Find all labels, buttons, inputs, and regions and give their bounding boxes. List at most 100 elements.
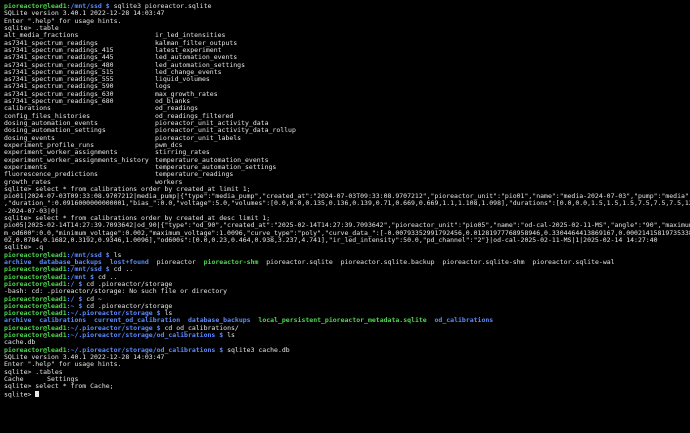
directory-entry: archive bbox=[4, 258, 32, 266]
output-text: sqlite> select * from calibrations order… bbox=[4, 215, 271, 223]
table-name: as7341_spectrum_readings_555 bbox=[4, 76, 114, 84]
file-entry bbox=[427, 317, 435, 324]
directory-entry: calibrations bbox=[39, 317, 87, 325]
prompt-path: :/mnt/ssd $ bbox=[66, 3, 110, 10]
output-text: sqlite> select * from calibrations order… bbox=[4, 185, 251, 193]
prompt-path: :~/.pioreactor/storage/od_calibrations $ bbox=[66, 346, 224, 354]
output-text: -bash: cd: .pioreactor/storage: No such … bbox=[4, 288, 228, 296]
output-line: sqlite> .q bbox=[4, 244, 690, 251]
table-name: od_readings_filtered bbox=[155, 112, 234, 120]
table-name: fluorescence_predictions bbox=[4, 171, 98, 179]
output-text: 02,0.0784,0.1682,0.3192,0.9346,1.0096],"… bbox=[4, 237, 658, 244]
table-list-row: as7341_spectrum_readings_515 led_change_e… bbox=[4, 69, 690, 76]
output-line: Enter ".help" for usage hints. bbox=[4, 361, 690, 368]
table-list-row: alt_media_fractions ir_led_intensities bbox=[4, 32, 690, 39]
table-name: growth_rates bbox=[4, 178, 51, 186]
prompt-line: pioreactor@lead1:~/.pioreactor/storage/o… bbox=[4, 347, 690, 354]
prompt-line: pioreactor@lead1:/mnt/ssd $ sqlite3 pior… bbox=[4, 3, 690, 10]
table-name: dosing_automation_events bbox=[4, 120, 98, 127]
table-name: led_automation_settings bbox=[155, 61, 246, 69]
output-text: SQLite version 3.40.1 2022-12-28 14:03:4… bbox=[4, 10, 165, 18]
directory-entry: current_od_calibration bbox=[94, 317, 181, 325]
output-line: m_od600":0.0,"minimum_voltage":0.002,"ma… bbox=[4, 230, 690, 237]
table-name: pwm_dcs bbox=[155, 141, 183, 149]
table-name: kalman_filter_outputs bbox=[155, 39, 238, 47]
ls-output-line: archive database_backups lost+found pior… bbox=[4, 259, 690, 266]
output-line: SQLite version 3.40.1 2022-12-28 14:03:4… bbox=[4, 354, 690, 361]
prompt-line: pioreactor@lead1:/mnt/ssd $ cd .. bbox=[4, 266, 690, 273]
table-list-row: dosing_events pioreactor_unit_labels bbox=[4, 135, 690, 142]
output-line: pio01|2024-07-03T09:33:08.9707212|media_… bbox=[4, 193, 690, 200]
table-name: temperature_readings bbox=[155, 171, 234, 179]
table-name: as7341_spectrum_readings_630 bbox=[4, 90, 114, 98]
table-name: od_blanks bbox=[155, 98, 191, 106]
output-line: ,"duration_":0.0916000000000001,"bias_":… bbox=[4, 200, 690, 207]
table-name: led_change_events bbox=[155, 68, 222, 76]
file-entry: pioreactor bbox=[156, 258, 196, 266]
table-list-row: growth_rates workers bbox=[4, 179, 690, 186]
output-text: sqlite> .q bbox=[4, 244, 44, 252]
command-text: cd .pioreactor/storage bbox=[82, 302, 173, 310]
prompt-line: pioreactor@lead1:~/.pioreactor/storage/o… bbox=[4, 332, 690, 339]
prompt-path: :~/.pioreactor/storage/od_calibrations $ bbox=[66, 332, 224, 340]
command-text: ls bbox=[109, 251, 122, 259]
prompt-user: pioreactor@lead1 bbox=[4, 280, 67, 288]
output-line: sqlite> select * from calibrations order… bbox=[4, 186, 690, 193]
file-entry bbox=[196, 259, 204, 266]
prompt-line: pioreactor@lead1:~/.pioreactor/storage $… bbox=[4, 310, 690, 317]
table-name: temperature_automation_events bbox=[155, 156, 269, 164]
command-text: sqlite3 cache.db bbox=[223, 346, 290, 354]
output-text: -2024-07-03|0| bbox=[4, 207, 59, 215]
table-name: experiment_worker_assignments bbox=[4, 149, 118, 157]
prompt-path: :/mnt/ssd $ bbox=[66, 251, 110, 259]
output-line: sqlite> select * from calibrations order… bbox=[4, 215, 690, 222]
prompt-path: :~/.pioreactor/storage $ bbox=[66, 324, 161, 332]
file-entry bbox=[102, 259, 110, 266]
table-name: pioreactor_unit_activity_data_rollup bbox=[155, 127, 296, 135]
table-list-row: as7341_spectrum_readings_630 max_growth_r… bbox=[4, 91, 690, 98]
output-line: Enter ".help" for usage hints. bbox=[4, 18, 690, 25]
prompt-user: pioreactor@lead1 bbox=[4, 295, 67, 303]
output-text: m_od600":0.0,"minimum_voltage":0.002,"ma… bbox=[4, 229, 690, 237]
table-list-row: experiment_profile_runs pwm_dcs bbox=[4, 142, 690, 149]
terminal-window[interactable]: pioreactor@lead1:/mnt/ssd $ sqlite3 pior… bbox=[0, 0, 690, 433]
output-line: Cache Settings bbox=[4, 376, 690, 383]
output-text: cache.db bbox=[4, 339, 36, 347]
command-text: cd ~ bbox=[82, 295, 102, 303]
table-list-row: dosing_automation_settings pioreactor_uni… bbox=[4, 127, 690, 134]
table-name: liquid_volumes bbox=[155, 76, 210, 84]
table-list-row: experiment_worker_assignments stirring_ra… bbox=[4, 149, 690, 156]
output-line: pio05|2025-02-14T14:27:39.7093642|od_90|… bbox=[4, 222, 690, 229]
prompt-line: pioreactor@lead1:/ $ cd .pioreactor/stor… bbox=[4, 281, 690, 288]
directory-entry: database_backups bbox=[39, 258, 102, 266]
table-name: config_files_histories bbox=[4, 112, 91, 120]
output-line: sqlite> .table bbox=[4, 25, 690, 32]
directory-entry: od_calibrations bbox=[434, 317, 494, 325]
file-entry bbox=[180, 317, 188, 324]
prompt-user: pioreactor@lead1 bbox=[4, 310, 67, 318]
prompt-line: pioreactor@lead1:~ $ cd .pioreactor/stor… bbox=[4, 303, 690, 310]
output-text: sqlite> .table bbox=[4, 24, 59, 32]
table-list-row: config_files_histories od_readings_filter… bbox=[4, 113, 690, 120]
file-entry: pioreactor.sqlite.backup bbox=[340, 258, 435, 266]
prompt-user: pioreactor@lead1 bbox=[4, 251, 67, 259]
table-list-row: fluorescence_predictions temperature_read… bbox=[4, 171, 690, 178]
table-list-row: as7341_spectrum_readings_555 liquid_volum… bbox=[4, 76, 690, 83]
output-line: -bash: cd: .pioreactor/storage: No such … bbox=[4, 288, 690, 295]
table-list-row: dosing_automation_events pioreactor_unit_… bbox=[4, 120, 690, 127]
output-text: pio01|2024-07-03T09:33:08.9707212|media_… bbox=[4, 193, 690, 201]
table-list-row: experiments temperature_automation_settin… bbox=[4, 164, 690, 171]
table-list-row: as7341_spectrum_readings_480 led_automati… bbox=[4, 62, 690, 69]
output-line: 02,0.0784,0.1682,0.3192,0.9346,1.0096],"… bbox=[4, 237, 690, 244]
directory-entry: local_persistent_pioreactor_metadata.sql… bbox=[258, 317, 427, 325]
prompt-line: pioreactor@lead1:/mnt/ssd $ ls bbox=[4, 252, 690, 259]
table-name: experiments bbox=[4, 163, 48, 171]
table-name: pioreactor_unit_activity_data bbox=[155, 120, 269, 127]
directory-entry: lost+found bbox=[109, 258, 149, 266]
table-name: as7341_spectrum_readings_590 bbox=[4, 83, 114, 91]
output-text: Cache Settings bbox=[4, 375, 79, 383]
table-name: logs bbox=[155, 83, 171, 91]
table-name: max_growth_rates bbox=[155, 90, 218, 98]
table-list-row: experiment_worker_assignments_history tem… bbox=[4, 157, 690, 164]
command-text: cd .pioreactor/storage bbox=[82, 280, 173, 288]
